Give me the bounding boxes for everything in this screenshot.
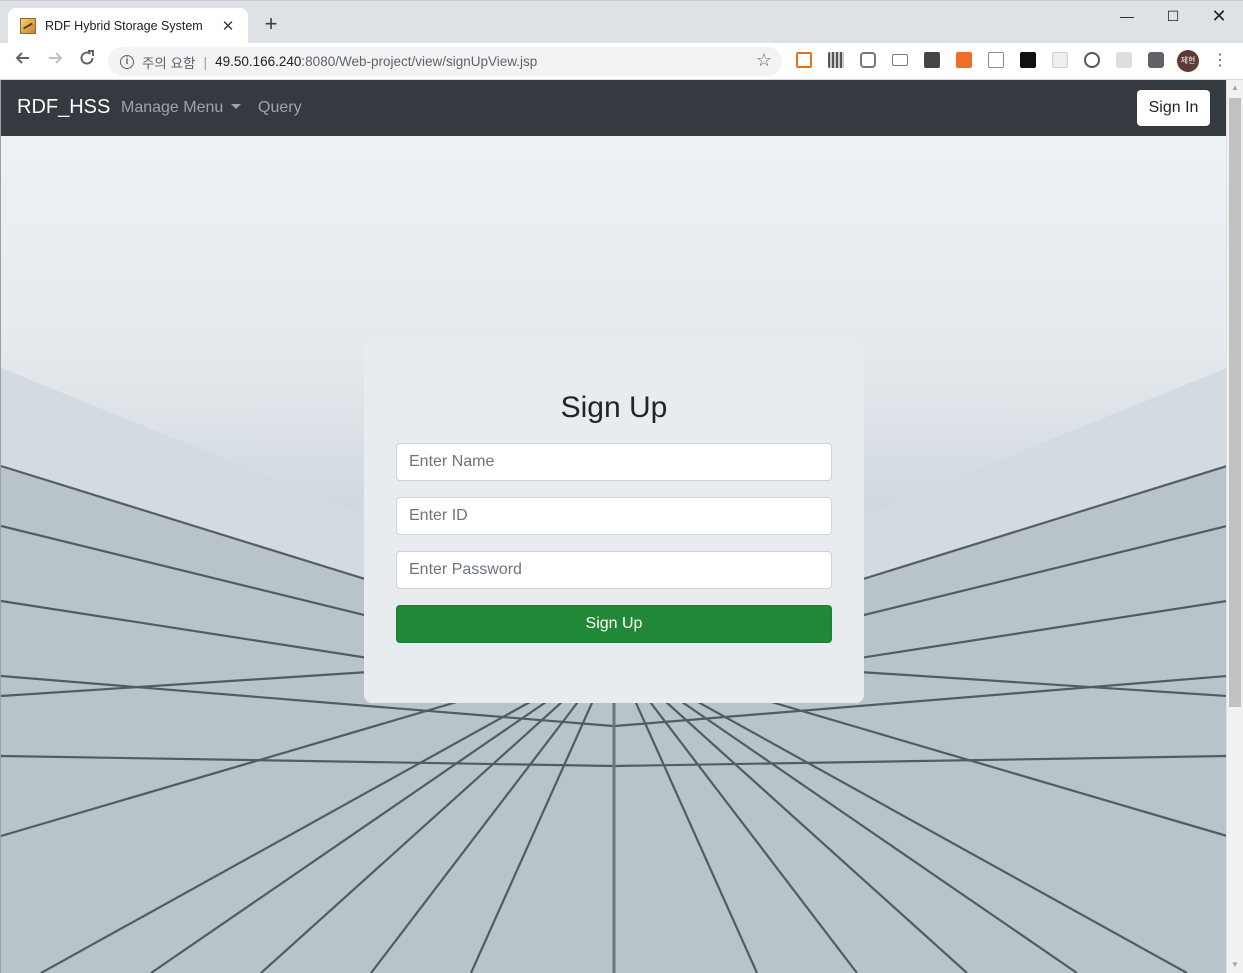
nav-query[interactable]: Query [258,99,302,117]
nav-manage-menu-label: Manage Menu [121,99,224,116]
new-tab-button[interactable]: + [259,13,283,37]
scroll-up-icon[interactable]: ▲ [1230,83,1240,93]
url-path: :8080/Web-project/view/signUpView.jsp [301,54,538,69]
caret-down-icon [231,104,242,109]
window-close-button[interactable]: ✕ [1196,5,1242,29]
extension-terminal-icon[interactable] [1020,52,1036,68]
name-input[interactable] [396,443,832,481]
signup-title: Sign Up [560,391,668,424]
security-label: 주의 요함 [142,55,196,71]
browser-titlebar: RDF Hybrid Storage System ✕ + — ☐ ✕ [0,0,1243,44]
password-input[interactable] [396,551,832,589]
url-host: 49.50.166.240 [215,54,302,69]
signup-card: Sign Up Sign Up [364,342,864,703]
extension-json-icon[interactable] [1084,52,1100,68]
sign-up-button[interactable]: Sign Up [396,605,832,643]
extension-window-icon[interactable] [988,52,1004,68]
id-input[interactable] [396,497,832,535]
extension-grid-icon[interactable] [1052,52,1068,68]
scroll-down-icon[interactable]: ▼ [1230,960,1240,970]
sign-in-button[interactable]: Sign In [1137,90,1210,126]
extension-barcode-icon[interactable] [828,52,844,68]
navbar-brand[interactable]: RDF_HSS [17,96,110,119]
reload-icon[interactable] [75,49,99,73]
forward-arrow-icon[interactable] [43,49,67,73]
window-minimize-button[interactable]: — [1104,5,1150,29]
extensions-puzzle-icon[interactable] [1148,52,1164,68]
browser-tab[interactable]: RDF Hybrid Storage System ✕ [8,8,248,44]
nav-manage-menu[interactable]: Manage Menu [121,99,242,117]
browser-menu-icon[interactable]: ⋮ [1212,49,1228,73]
tab-title: RDF Hybrid Storage System [45,19,203,33]
extension-screen-icon[interactable] [892,54,908,66]
bookmark-star-icon[interactable]: ☆ [756,50,772,71]
page-viewport: RDF_HSS Manage Menu Query Sign In Sign U… [0,80,1226,973]
tab-close-icon[interactable]: ✕ [218,17,238,35]
extension-office-icon[interactable] [860,52,876,68]
omnibox-divider: | [203,53,208,70]
info-icon[interactable]: i [120,54,134,69]
page-scrollbar[interactable]: ▲ ▼ [1226,80,1243,973]
back-arrow-icon[interactable] [11,49,35,73]
scroll-thumb[interactable] [1229,98,1241,707]
window-maximize-button[interactable]: ☐ [1150,5,1196,29]
extension-layout-icon[interactable] [796,52,812,68]
address-bar[interactable]: i 주의 요함 | 49.50.166.240 :8080/Web-projec… [108,47,782,76]
top-navbar: RDF_HSS Manage Menu Query Sign In [1,80,1226,136]
extension-s-icon[interactable] [1116,52,1132,68]
hero-background: Sign Up Sign Up [1,136,1226,973]
profile-avatar[interactable]: 제현 [1177,50,1199,72]
favicon-icon [20,18,36,34]
extension-ex-icon[interactable] [956,52,972,68]
extension-i-icon[interactable] [924,52,940,68]
